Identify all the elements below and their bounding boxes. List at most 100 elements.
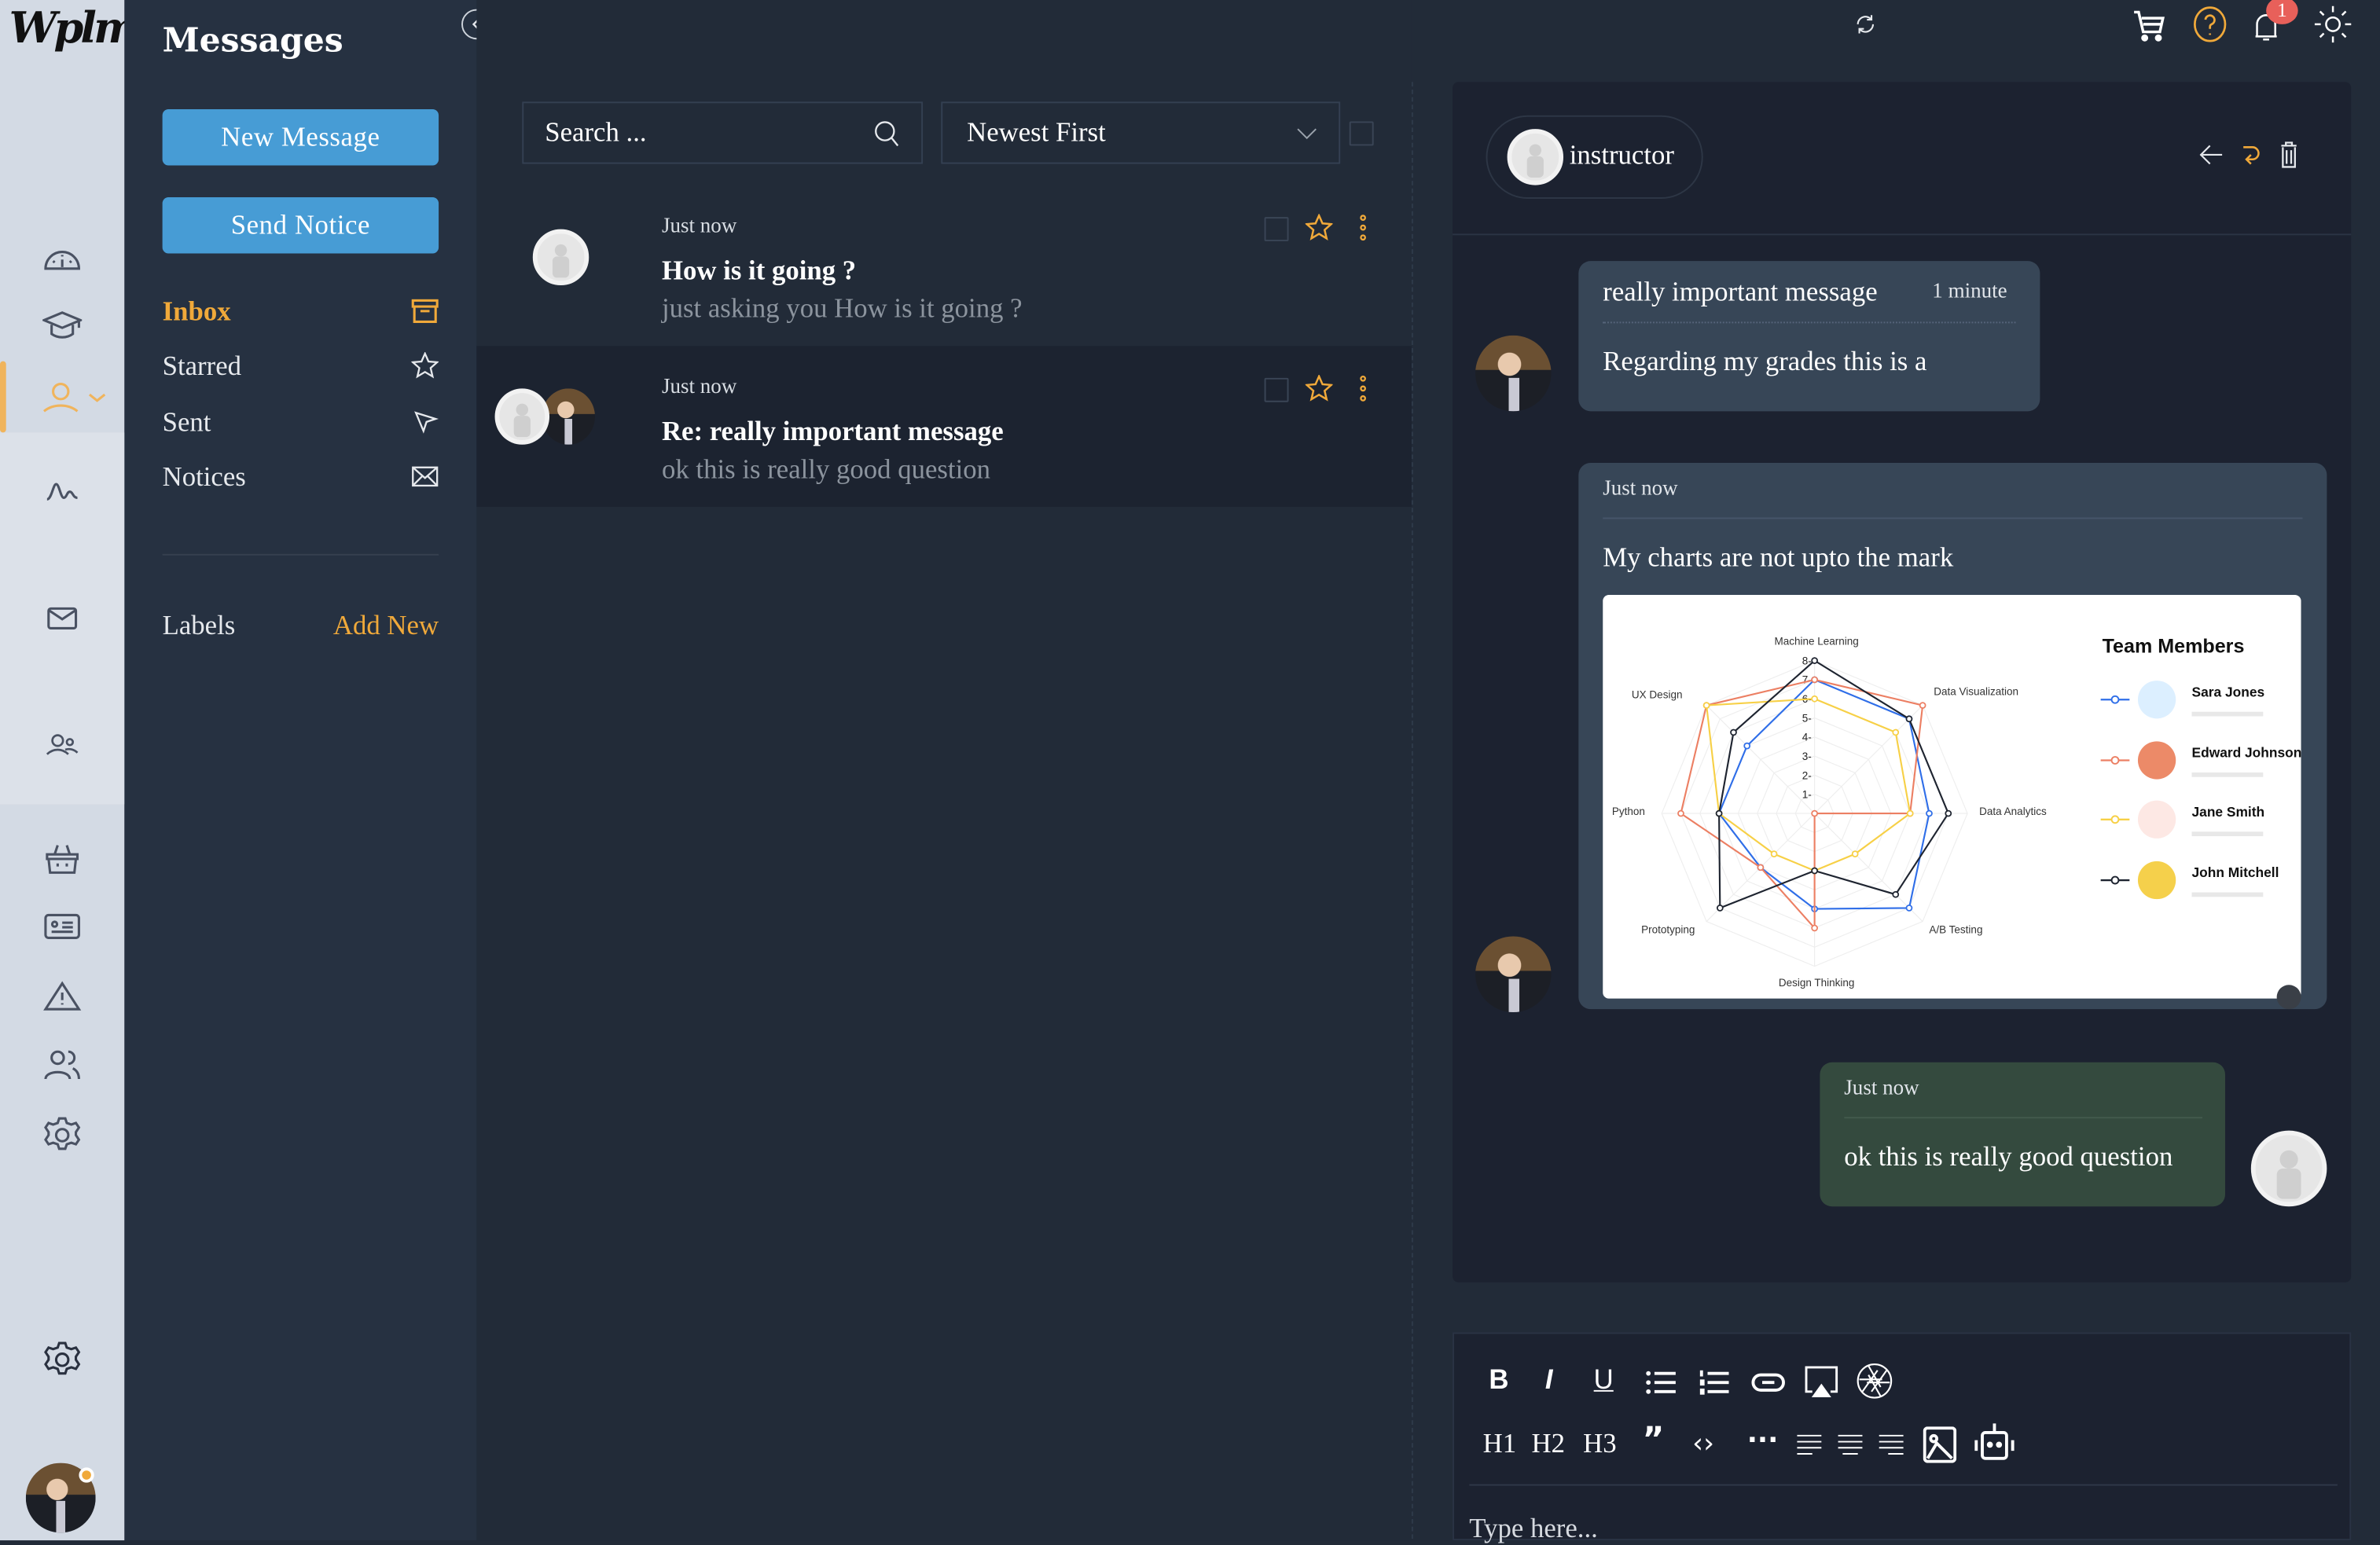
axis-label: Prototyping: [1641, 924, 1695, 936]
message-time: Just now: [661, 376, 737, 399]
search-input[interactable]: Search ...: [522, 101, 924, 164]
send-notice-button[interactable]: Send Notice: [162, 197, 439, 254]
users-icon[interactable]: [42, 1046, 82, 1085]
message-checkbox[interactable]: [1264, 377, 1289, 402]
back-arrow-icon[interactable]: [2199, 143, 2224, 167]
warning-icon[interactable]: [42, 978, 82, 1017]
trash-icon[interactable]: [2280, 141, 2298, 169]
folder-inbox[interactable]: Inbox: [163, 292, 439, 331]
page-title: Messages: [162, 21, 343, 61]
align-left-icon[interactable]: [1795, 1434, 1823, 1455]
message-item-selected[interactable]: Just now Re: really important message ok…: [476, 346, 1412, 507]
participant-avatar: [542, 388, 595, 445]
own-avatar: [2250, 1130, 2327, 1207]
id-card-icon[interactable]: [42, 908, 82, 947]
reply-forward-icon[interactable]: [2240, 143, 2261, 167]
sender-avatar: [1475, 936, 1552, 1013]
settings-icon[interactable]: [42, 1340, 82, 1379]
data-point: [1702, 702, 1710, 709]
graduation-cap-icon[interactable]: [42, 306, 83, 346]
numbered-list-icon[interactable]: [1699, 1369, 1729, 1396]
user-icon[interactable]: [39, 378, 112, 417]
online-status-dot: [79, 1467, 94, 1483]
more-options-icon[interactable]: [1357, 214, 1368, 241]
reply-editor: B I U H1 H2 H3 ” ‹› ··· Type here...: [1453, 1332, 2352, 1543]
refresh-icon[interactable]: [1853, 12, 1878, 36]
activity-icon[interactable]: [42, 474, 82, 513]
data-point: [1716, 905, 1724, 912]
legend-placeholder-bar: [2191, 831, 2264, 837]
data-point: [1730, 728, 1737, 736]
star-icon[interactable]: [1305, 374, 1333, 402]
quote-icon[interactable]: ”: [1642, 1422, 1664, 1459]
select-all-checkbox[interactable]: [1349, 121, 1374, 146]
help-icon[interactable]: [2192, 6, 2228, 42]
heading-1-button[interactable]: H1: [1483, 1428, 1516, 1460]
header-divider: [1453, 233, 2352, 236]
own-message-bubble: Just now ok this is really good question: [1820, 1062, 2225, 1207]
underline-icon[interactable]: U: [1594, 1364, 1614, 1396]
cart-icon[interactable]: [2131, 8, 2167, 44]
folder-label: Starred: [162, 350, 242, 380]
group-icon[interactable]: [42, 725, 82, 765]
gear-icon[interactable]: [42, 1115, 82, 1154]
mail-icon[interactable]: [42, 600, 82, 639]
bold-icon[interactable]: B: [1489, 1364, 1508, 1396]
image-expand-icon[interactable]: [2276, 985, 2301, 1010]
data-point: [1926, 809, 1933, 817]
message-time: Just now: [661, 215, 737, 239]
chevron-down-icon: [1297, 127, 1317, 139]
align-center-icon[interactable]: [1837, 1434, 1864, 1455]
more-icon[interactable]: ···: [1747, 1425, 1779, 1457]
message-item[interactable]: Just now How is it going ? just asking y…: [476, 194, 1412, 346]
tick-label: 4-: [1802, 732, 1812, 743]
legend-avatar: [2137, 861, 2176, 900]
axis-label: UX Design: [1632, 688, 1683, 700]
aperture-icon[interactable]: [1857, 1363, 1893, 1399]
archive-box-icon: [411, 299, 439, 323]
bot-icon[interactable]: [1973, 1422, 2015, 1461]
italic-icon[interactable]: I: [1545, 1364, 1553, 1396]
data-point: [1811, 676, 1818, 684]
legend-marker: [2110, 815, 2120, 824]
chart-image-attachment[interactable]: Machine Learning Data Visualization Data A…: [1603, 594, 2301, 999]
new-message-button[interactable]: New Message: [162, 109, 439, 166]
folder-starred[interactable]: Starred: [163, 346, 439, 385]
link-icon[interactable]: [1751, 1371, 1785, 1395]
participant-avatar: [1507, 129, 1564, 185]
folder-notices[interactable]: Notices: [163, 457, 439, 496]
participant-chip[interactable]: instructor: [1486, 115, 1703, 199]
add-label-link[interactable]: Add New: [333, 609, 439, 641]
participant-name: instructor: [1569, 139, 1675, 171]
heading-3-button[interactable]: H3: [1583, 1428, 1616, 1460]
legend-avatar: [2137, 681, 2176, 719]
star-icon[interactable]: [1305, 214, 1333, 241]
code-icon[interactable]: ‹›: [1692, 1428, 1714, 1460]
search-icon[interactable]: [872, 119, 900, 147]
more-options-icon[interactable]: [1357, 375, 1368, 402]
image-icon[interactable]: [1923, 1426, 1957, 1463]
legend-avatar: [2137, 741, 2176, 780]
tick-label: 2-: [1802, 769, 1812, 781]
data-point: [1757, 864, 1765, 872]
notification-badge: 1: [2266, 0, 2298, 24]
labels-row: Labels Add New: [163, 606, 439, 645]
legend-placeholder-bar: [2191, 892, 2264, 897]
heading-2-button[interactable]: H2: [1531, 1428, 1564, 1460]
embed-icon[interactable]: [1803, 1364, 1839, 1400]
sender-avatar: [1475, 335, 1552, 412]
folder-sent[interactable]: Sent: [163, 402, 439, 442]
basket-icon[interactable]: [42, 839, 82, 879]
bubble-time: 1 minute: [1932, 281, 2007, 304]
sun-icon[interactable]: [2313, 5, 2352, 44]
data-point: [1851, 850, 1859, 857]
sort-select[interactable]: Newest First: [941, 101, 1341, 164]
data-point: [1811, 867, 1818, 875]
bubble-time: Just now: [1603, 478, 1678, 501]
data-point: [1770, 850, 1778, 857]
bullet-list-icon[interactable]: [1645, 1369, 1676, 1396]
message-list: Search ... Newest First Just now How is …: [476, 0, 1412, 1541]
align-right-icon[interactable]: [1878, 1434, 1905, 1455]
message-checkbox[interactable]: [1264, 217, 1289, 242]
dashboard-icon[interactable]: [42, 238, 82, 277]
